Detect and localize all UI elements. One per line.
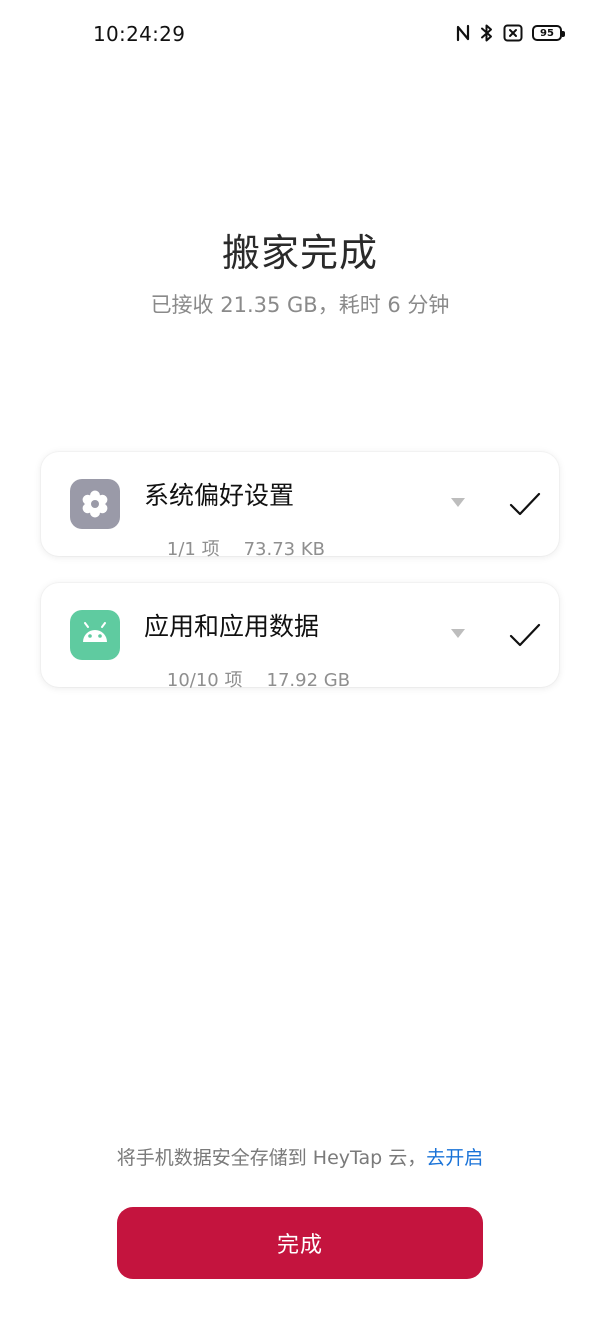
item-title: 应用和应用数据: [144, 612, 320, 641]
done-button[interactable]: 完成: [117, 1207, 483, 1279]
android-icon: [70, 610, 120, 660]
item-title: 系统偏好设置: [144, 481, 295, 510]
no-sim-icon: [503, 24, 523, 42]
page-title: 搬家完成: [221, 231, 378, 275]
status-bar: 10:24:29 95: [0, 0, 600, 70]
cloud-backup-hint: 将手机数据安全存储到 HeyTap 云，去开启: [0, 1143, 600, 1170]
item-size: 17.92 GB: [266, 670, 351, 691]
battery-icon: 95: [532, 25, 565, 41]
cloud-hint-text: 将手机数据安全存储到 HeyTap 云，: [116, 1147, 427, 1169]
chevron-down-icon[interactable]: [451, 629, 465, 638]
item-count: 10/10 项: [166, 670, 243, 691]
status-icons: 95: [455, 23, 565, 43]
bluetooth-icon: [480, 23, 494, 43]
enable-cloud-link[interactable]: 去开启: [426, 1147, 483, 1169]
transfer-summary: 已接收 21.35 GB，耗时 6 分钟: [150, 293, 450, 317]
status-time: 10:24:29: [93, 22, 186, 46]
checkmark-icon: [508, 621, 542, 653]
item-meta: 10/10 项 17.92 GB: [144, 645, 350, 713]
chevron-down-icon[interactable]: [451, 498, 465, 507]
checkmark-icon: [508, 490, 542, 522]
list-item-apps-and-data[interactable]: 应用和应用数据 10/10 项 17.92 GB: [41, 583, 559, 691]
item-size: 73.73 KB: [243, 539, 325, 560]
item-meta: 1/1 项 73.73 KB: [144, 514, 325, 582]
settings-icon: [70, 479, 120, 529]
item-count: 1/1 项: [166, 539, 220, 560]
list-item-system-preferences[interactable]: 系统偏好设置 1/1 项 73.73 KB: [41, 452, 559, 560]
nfc-icon: [455, 24, 471, 42]
